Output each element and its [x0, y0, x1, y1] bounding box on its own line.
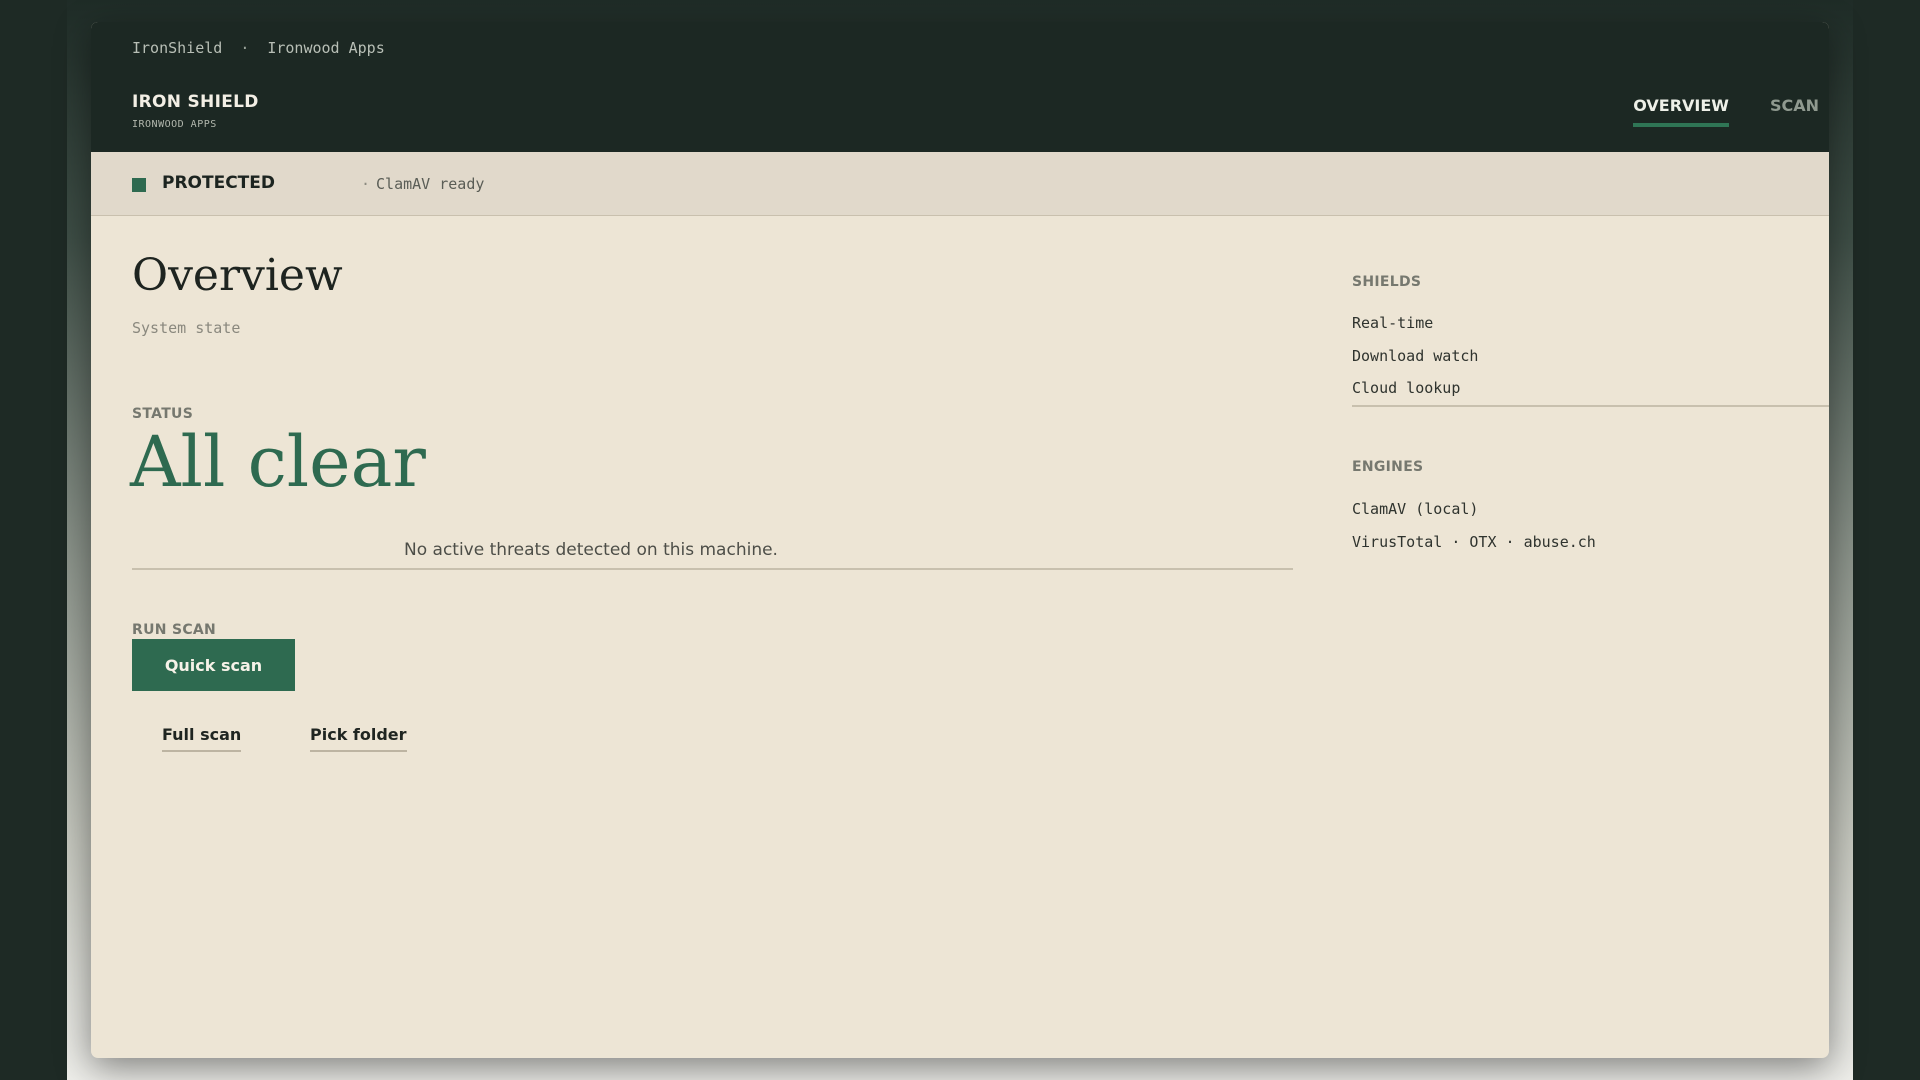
status-section-label: STATUS	[132, 406, 194, 422]
tab-overview[interactable]: OVERVIEW	[1633, 96, 1729, 127]
quick-scan-button[interactable]: Quick scan	[132, 639, 295, 691]
status-bar: PROTECTED · ClamAV ready	[91, 152, 1829, 216]
protection-status-label: PROTECTED	[162, 173, 276, 193]
run-scan-section-label: RUN SCAN	[132, 622, 217, 638]
breadcrumb: IronShield · Ironwood Apps	[132, 39, 385, 57]
shield-item-cloud-lookup: Cloud lookup	[1352, 379, 1461, 397]
status-description: No active threats detected on this machi…	[404, 540, 778, 560]
shields-section-label: SHIELDS	[1352, 274, 1422, 290]
engine-status-text: · ClamAV ready	[361, 175, 484, 193]
status-indicator-icon	[132, 178, 146, 192]
page-title: Overview	[132, 250, 343, 301]
tab-bar: OVERVIEW SCAN	[1592, 96, 1819, 127]
status-separator: ·	[361, 175, 371, 193]
sidebar-divider	[1352, 405, 1829, 407]
shield-item-download-watch: Download watch	[1352, 347, 1479, 365]
brand-subtitle: IRONWOOD APPS	[132, 119, 217, 130]
shield-item-realtime: Real-time	[1352, 314, 1434, 332]
pick-folder-button[interactable]: Pick folder	[310, 725, 407, 752]
engine-item-clamav: ClamAV (local)	[1352, 500, 1479, 518]
status-headline: All clear	[130, 421, 426, 503]
engine-status-value: ClamAV ready	[376, 175, 485, 193]
breadcrumb-separator: ·	[240, 39, 250, 57]
brand-title: IRON SHIELD	[132, 92, 259, 112]
page-subtitle: System state	[132, 319, 241, 337]
breadcrumb-app: IronShield	[132, 39, 223, 57]
main-divider	[132, 568, 1293, 570]
full-scan-button[interactable]: Full scan	[162, 725, 242, 752]
tab-scan[interactable]: SCAN	[1770, 96, 1819, 127]
title-bar: IronShield · Ironwood Apps IRON SHIELD IRO…	[91, 22, 1829, 152]
engine-item-cloud-feeds: VirusTotal · OTX · abuse.ch	[1352, 533, 1596, 551]
breadcrumb-vendor: Ironwood Apps	[267, 39, 385, 57]
app-window: IronShield · Ironwood Apps IRON SHIELD IRO…	[91, 22, 1829, 1058]
engines-section-label: ENGINES	[1352, 459, 1424, 475]
